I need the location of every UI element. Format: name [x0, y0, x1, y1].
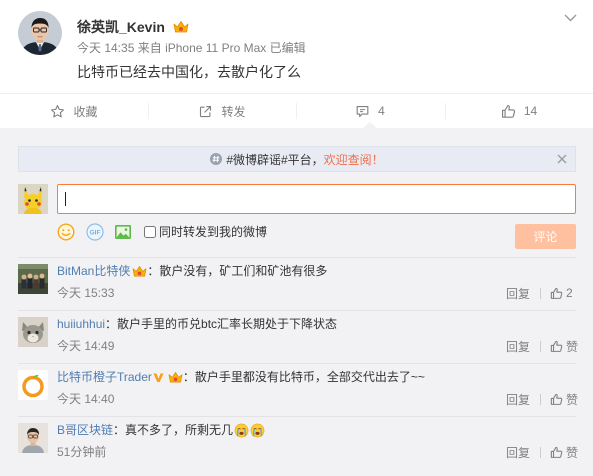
crying-face-icon	[250, 423, 265, 438]
comment-text: ：散户没有，矿工们和矿池有很多	[147, 264, 328, 278]
comment-item: B哥区块链 ：真不多了，所剩无几 51分钟前 回复 赞	[0, 416, 593, 469]
vip-crown-icon[interactable]	[168, 371, 183, 384]
like-count[interactable]: 2	[566, 286, 573, 300]
thumb-up-icon[interactable]	[550, 340, 563, 353]
reply-button[interactable]: 回复	[506, 444, 530, 461]
crying-face-icon	[234, 423, 249, 438]
like-label[interactable]: 赞	[566, 391, 578, 408]
post-source-label: 来自	[137, 41, 162, 55]
comment-avatar[interactable]	[18, 423, 48, 453]
commenter-name[interactable]: BitMan比特侠	[57, 262, 130, 280]
post-card: 徐英凯_Kevin 今天 14:35 来自 iPhone 11 Pro Max …	[0, 0, 593, 93]
repost-label: 转发	[221, 104, 246, 119]
image-icon[interactable]	[114, 223, 132, 241]
comment-text: ：真不多了，所剩无几	[113, 423, 234, 437]
close-icon[interactable]	[557, 154, 567, 164]
comment-body: BitMan比特侠 ：散户没有，矿工们和矿池有很多	[57, 262, 327, 280]
like-label[interactable]: 赞	[566, 444, 578, 461]
notice-banner: #微博辟谣#平台， 欢迎查阅！	[18, 146, 576, 172]
comment-text: ：散户手里都没有比特币，全部交代出去了~~	[182, 370, 425, 384]
like-count: 14	[523, 104, 538, 118]
post-edited-label[interactable]: 已编辑	[270, 41, 306, 55]
submit-comment-button[interactable]: 评论	[515, 224, 576, 249]
comment-divider	[18, 363, 576, 364]
notice-link[interactable]: 欢迎查阅！	[324, 151, 384, 168]
comment-avatar[interactable]	[18, 370, 48, 400]
post-meta: 今天 14:35 来自 iPhone 11 Pro Max 已编辑	[77, 40, 306, 56]
gif-icon[interactable]: GIF	[86, 223, 104, 241]
comment-body: B哥区块链 ：真不多了，所剩无几	[57, 421, 265, 439]
comment-divider	[18, 257, 576, 258]
text-caret	[65, 192, 66, 206]
star-icon	[50, 104, 65, 119]
comment-divider	[18, 310, 576, 311]
hashtag-icon	[210, 153, 223, 165]
comment-icon	[355, 104, 370, 119]
commenter-name[interactable]: huiiuhhui	[57, 315, 105, 333]
active-tab-pointer	[363, 122, 377, 128]
reply-button[interactable]: 回复	[506, 391, 530, 408]
comment-avatar[interactable]	[18, 264, 48, 294]
vip-crown-icon[interactable]	[173, 20, 189, 34]
actions-divider	[540, 446, 542, 458]
comment-actions: 回复 赞	[506, 444, 578, 460]
comment-body: 比特币橙子Trader ：散户手里都没有比特币，全部交代出去了~~	[57, 368, 425, 386]
commenter-name[interactable]: B哥区块链	[57, 421, 113, 439]
repost-icon	[198, 104, 213, 119]
favorite-button[interactable]: 收藏	[0, 94, 148, 128]
comment-body: huiiuhhui ：散户手里的币兑btc汇率长期处于下降状态	[57, 315, 337, 333]
reply-button[interactable]: 回复	[506, 285, 530, 302]
thumb-up-icon[interactable]	[550, 393, 563, 406]
actions-divider	[540, 393, 542, 405]
actions-divider	[540, 287, 542, 299]
author-avatar[interactable]	[18, 11, 62, 55]
author-name-row: 徐英凯_Kevin	[77, 17, 189, 37]
comment-time: 今天 15:33	[57, 286, 115, 300]
comment-time: 51分钟前	[57, 445, 107, 459]
thumb-up-icon[interactable]	[550, 446, 563, 459]
comment-input[interactable]	[57, 184, 576, 214]
reply-button[interactable]: 回复	[506, 338, 530, 355]
comment-avatar[interactable]	[18, 317, 48, 347]
comment-time: 今天 14:40	[57, 392, 115, 406]
commenter-name[interactable]: 比特币橙子Trader	[57, 368, 152, 386]
vip-crown-icon[interactable]	[132, 265, 147, 278]
comment-actions: 回复 赞	[506, 338, 578, 354]
comment-actions: 回复 赞	[506, 391, 578, 407]
favorite-label: 收藏	[73, 104, 98, 119]
repost-button[interactable]: 转发	[148, 94, 296, 128]
comment-time: 今天 14:49	[57, 339, 115, 353]
thumb-up-icon[interactable]	[550, 287, 563, 300]
like-button[interactable]: 14	[445, 94, 593, 128]
thumb-up-icon	[501, 104, 516, 119]
action-bar: 收藏 转发 4 14	[0, 93, 593, 128]
notice-text: #微博辟谣#平台，	[226, 152, 324, 167]
post-time[interactable]: 今天 14:35	[77, 41, 134, 55]
repost-checkbox[interactable]	[144, 226, 156, 238]
chevron-down-icon[interactable]	[564, 14, 577, 22]
comment-item: 比特币橙子Trader ：散户手里都没有比特币，全部交代出去了~~ 今天 14:…	[0, 363, 593, 416]
author-name[interactable]: 徐英凯_Kevin	[77, 17, 165, 37]
comment-divider	[18, 416, 576, 417]
comment-text: ：散户手里的币兑btc汇率长期处于下降状态	[105, 317, 338, 331]
comment-item: huiiuhhui ：散户手里的币兑btc汇率长期处于下降状态 今天 14:49…	[0, 310, 593, 363]
comment-count: 4	[378, 104, 385, 118]
actions-divider	[540, 340, 542, 352]
like-label[interactable]: 赞	[566, 338, 578, 355]
comment-actions: 回复 2	[506, 285, 573, 301]
post-content: 比特币已经去中国化，去散户化了么	[77, 64, 301, 80]
comment-item: BitMan比特侠 ：散户没有，矿工们和矿池有很多 今天 15:33 回复 2	[0, 257, 593, 310]
repost-checkbox-label[interactable]: 同时转发到我的微博	[159, 224, 267, 240]
verified-v-icon[interactable]	[153, 372, 164, 383]
emoji-icon[interactable]	[57, 223, 75, 241]
my-avatar[interactable]	[18, 184, 48, 214]
post-device[interactable]: iPhone 11 Pro Max	[165, 41, 266, 55]
gif-icon-label: GIF	[90, 230, 101, 237]
